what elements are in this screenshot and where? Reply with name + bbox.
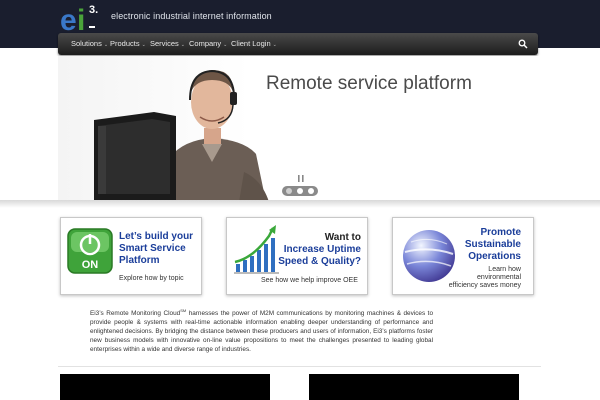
- bar-chart-growth-icon: [234, 225, 279, 274]
- site-tagline: electronic industrial internet informati…: [111, 11, 272, 21]
- pause-icon[interactable]: [297, 175, 305, 182]
- power-on-label: ON: [82, 259, 99, 271]
- chevron-down-icon: ⌄: [103, 42, 109, 48]
- power-on-icon: ON: [67, 228, 113, 274]
- feature-title: Let’s build your Smart Service Platform: [119, 231, 194, 266]
- nav-item-client-login[interactable]: Client Login ⌄: [231, 39, 277, 48]
- main-nav: Solutions ⌄ Products ⌄ Services ⌄ Company ⌄ …: [58, 33, 538, 55]
- feature-title: Promote Sustainable Operations: [464, 227, 521, 262]
- content-divider: [58, 366, 541, 367]
- feature-uptime[interactable]: Want to Increase Uptime Speed & Quality?…: [226, 217, 368, 295]
- chevron-down-icon: ⌄: [180, 42, 185, 48]
- search-icon[interactable]: [518, 39, 528, 49]
- chevron-down-icon: ⌄: [272, 42, 277, 48]
- slide-dot[interactable]: [286, 188, 292, 194]
- feature-subtitle: See how we help improve OEE: [261, 277, 358, 284]
- hero-slide[interactable]: Remote service platform: [58, 56, 538, 202]
- slide-dot[interactable]: [297, 188, 303, 194]
- nav-item-solutions[interactable]: Solutions ⌄: [71, 39, 108, 48]
- feature-title: Want to Increase Uptime Speed & Quality?: [278, 232, 361, 267]
- slider-pagination: [282, 186, 318, 196]
- intro-paragraph: Ei3’s Remote Monitoring CloudSM harnesse…: [90, 308, 433, 354]
- feature-subtitle: Explore how by topic: [119, 275, 184, 282]
- hero-slider: Remote service platform: [0, 56, 600, 202]
- support-agent-photo: [94, 69, 269, 202]
- chevron-down-icon: ⌄: [141, 42, 146, 48]
- feature-sustainable[interactable]: Promote Sustainable Operations Learn how…: [392, 217, 534, 295]
- hero-title: Remote service platform: [266, 73, 472, 94]
- feature-smart-service[interactable]: ON Let’s build your Smart Service Platfo…: [60, 217, 202, 295]
- slide-dot[interactable]: [308, 188, 314, 194]
- chevron-down-icon: ⌄: [223, 42, 228, 48]
- video-player[interactable]: [60, 374, 270, 400]
- logo-superscript: 3.: [89, 4, 99, 16]
- nav-item-products[interactable]: Products ⌄: [110, 39, 146, 48]
- video-player[interactable]: [309, 374, 519, 400]
- logo-dash: [89, 26, 95, 28]
- feature-subtitle: Learn how environmental efficiency saves…: [448, 266, 521, 289]
- nav-item-services[interactable]: Services ⌄: [150, 39, 185, 48]
- nav-item-company[interactable]: Company ⌄: [189, 39, 227, 48]
- logo-i: i: [77, 4, 86, 37]
- hero-shadow: [0, 200, 600, 208]
- logo-e: e: [60, 4, 77, 37]
